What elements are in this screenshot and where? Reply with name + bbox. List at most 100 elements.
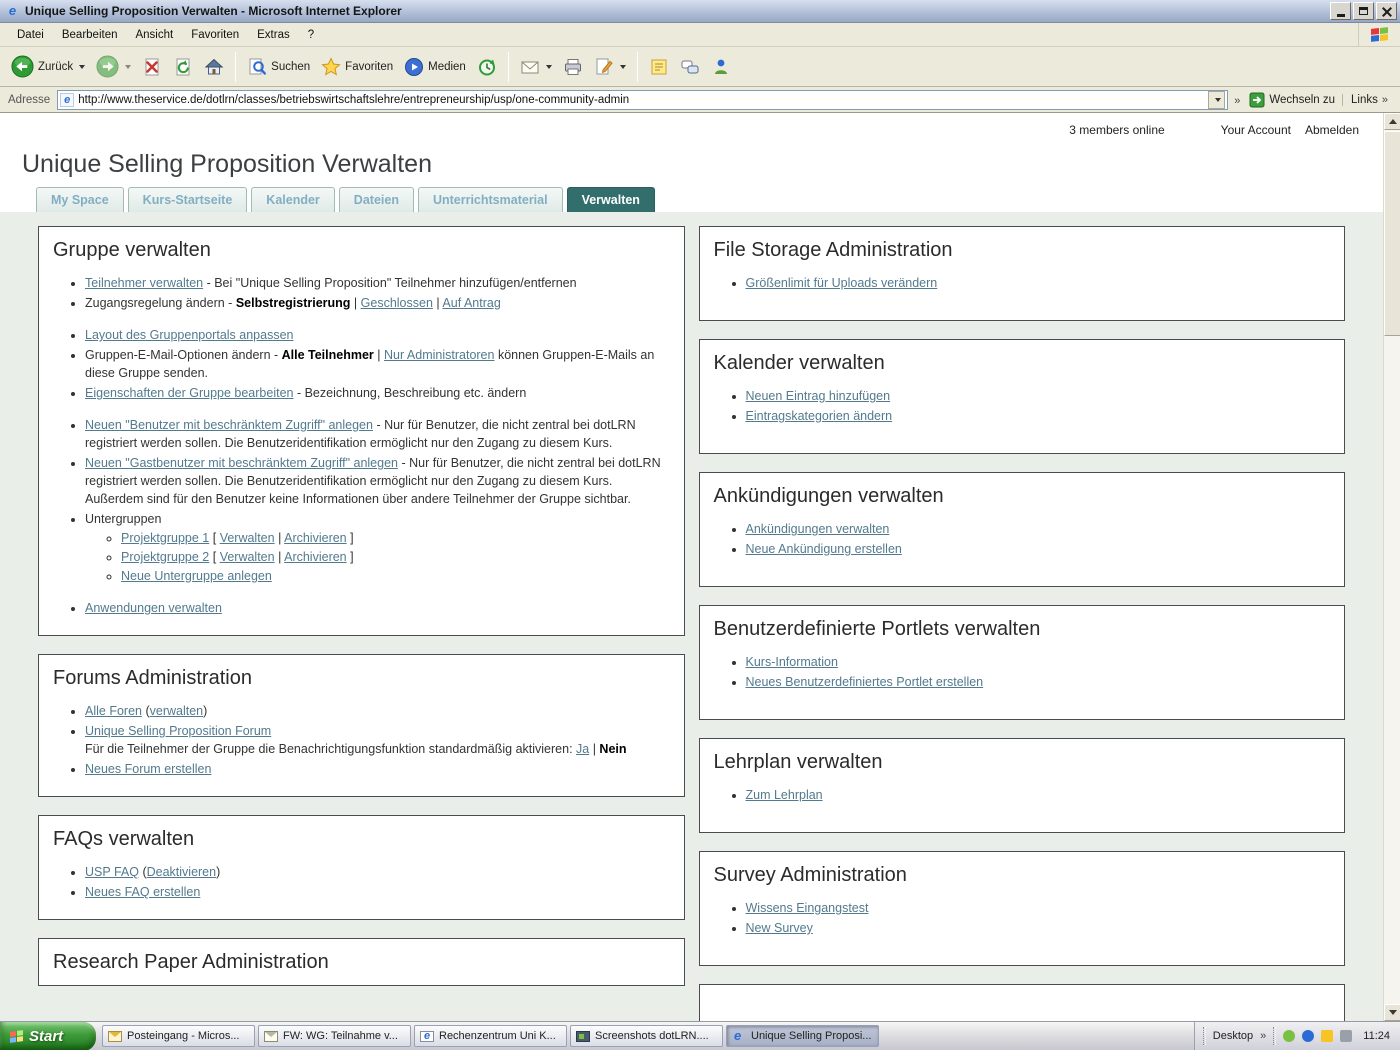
admin-link[interactable]: Kurs-Information: [746, 655, 838, 669]
scroll-up-button[interactable]: [1384, 113, 1400, 130]
go-button[interactable]: Wechseln zu: [1242, 92, 1342, 108]
your-account-link[interactable]: Your Account: [1221, 123, 1291, 137]
tab-kalender[interactable]: Kalender: [251, 187, 335, 212]
chat-icon: [680, 57, 700, 77]
admin-link[interactable]: Ja: [576, 742, 589, 756]
admin-link[interactable]: Unique Selling Proposition Forum: [85, 724, 271, 738]
notes-button[interactable]: [644, 54, 674, 80]
admin-link[interactable]: Neue Untergruppe anlegen: [121, 569, 272, 583]
overflow-chevron-icon[interactable]: [1234, 91, 1240, 109]
admin-link[interactable]: Verwalten: [220, 531, 275, 545]
admin-link[interactable]: Neues Benutzerdefiniertes Portlet erstel…: [746, 675, 984, 689]
edit-button[interactable]: [589, 54, 631, 80]
vertical-scrollbar[interactable]: [1383, 113, 1400, 1021]
chat-button[interactable]: [675, 54, 705, 80]
desktop-toolbar-label[interactable]: Desktop: [1213, 1030, 1253, 1042]
home-button[interactable]: [199, 54, 229, 80]
section-list: USP FAQ (Deaktivieren)Neues FAQ erstelle…: [39, 863, 684, 901]
section-list: Alle Foren (verwalten)Unique Selling Pro…: [39, 702, 684, 778]
forward-button[interactable]: [91, 52, 136, 81]
tray-icon[interactable]: [1283, 1030, 1295, 1042]
admin-link[interactable]: Projektgruppe 2: [121, 550, 209, 564]
admin-section: Kalender verwaltenNeuen Eintrag hinzufüg…: [699, 339, 1346, 454]
admin-link[interactable]: Verwalten: [220, 550, 275, 564]
scroll-down-icon: [1389, 1010, 1397, 1015]
stop-button[interactable]: [137, 54, 167, 80]
admin-link[interactable]: Zum Lehrplan: [746, 788, 823, 802]
history-button[interactable]: [472, 54, 502, 80]
menu-extras[interactable]: Extras: [248, 25, 299, 45]
admin-link[interactable]: Layout des Gruppenportals anpassen: [85, 328, 293, 342]
taskbar-button[interactable]: Rechenzentrum Uni K...: [414, 1025, 567, 1047]
admin-link[interactable]: Geschlossen: [361, 296, 433, 310]
taskbar-button[interactable]: FW: WG: Teilnahme v...: [258, 1025, 411, 1047]
tray-icon[interactable]: [1340, 1030, 1352, 1042]
admin-link[interactable]: Eintragskategorien ändern: [746, 409, 893, 423]
bold-text: Nein: [599, 742, 626, 756]
print-button[interactable]: [558, 54, 588, 80]
tab-unterrichtsmaterial[interactable]: Unterrichtsmaterial: [418, 187, 563, 212]
admin-link[interactable]: Größenlimit für Uploads verändern: [746, 276, 938, 290]
admin-link[interactable]: Wissens Eingangstest: [746, 901, 869, 915]
page-title: Unique Selling Proposition Verwalten: [22, 150, 1383, 179]
messenger-button[interactable]: [706, 54, 736, 80]
admin-link[interactable]: Neues FAQ erstellen: [85, 885, 200, 899]
menu-favoriten[interactable]: Favoriten: [182, 25, 248, 45]
menu-hilfe[interactable]: ?: [299, 25, 323, 45]
menu-ansicht[interactable]: Ansicht: [126, 25, 182, 45]
admin-link[interactable]: Teilnehmer verwalten: [85, 276, 203, 290]
tray-icon[interactable]: [1321, 1030, 1333, 1042]
menu-bearbeiten[interactable]: Bearbeiten: [53, 25, 127, 45]
minimize-button[interactable]: [1330, 2, 1351, 20]
desktop-chevron-icon[interactable]: [1260, 1030, 1266, 1042]
section-title: File Storage Administration: [700, 227, 1345, 268]
restore-button[interactable]: [1353, 2, 1374, 20]
start-button[interactable]: Start: [0, 1022, 96, 1050]
admin-link[interactable]: New Survey: [746, 921, 813, 935]
taskbar-button[interactable]: Screenshots dotLRN....: [570, 1025, 723, 1047]
taskbar-button[interactable]: Unique Selling Proposi...: [726, 1025, 879, 1047]
admin-link[interactable]: Neuen Eintrag hinzufügen: [746, 389, 891, 403]
menu-datei[interactable]: Datei: [8, 25, 53, 45]
close-button[interactable]: [1376, 2, 1397, 20]
address-dropdown-button[interactable]: [1208, 91, 1225, 109]
tab-verwalten[interactable]: Verwalten: [567, 187, 655, 212]
search-button[interactable]: Suchen: [242, 54, 315, 80]
scroll-down-button[interactable]: [1384, 1004, 1400, 1021]
admin-link[interactable]: Archivieren: [284, 531, 347, 545]
admin-link[interactable]: Neue Ankündigung erstellen: [746, 542, 902, 556]
admin-link[interactable]: Ankündigungen verwalten: [746, 522, 890, 536]
back-label: Zurück: [38, 61, 73, 73]
admin-link[interactable]: Neuen "Benutzer mit beschränktem Zugriff…: [85, 418, 373, 432]
admin-link[interactable]: Deaktivieren: [147, 865, 216, 879]
admin-link[interactable]: USP FAQ: [85, 865, 139, 879]
address-input[interactable]: e http://www.theservice.de/dotlrn/classe…: [57, 90, 1228, 110]
taskbar-button[interactable]: Posteingang - Micros...: [102, 1025, 255, 1047]
admin-link[interactable]: Archivieren: [284, 550, 347, 564]
refresh-button[interactable]: [168, 54, 198, 80]
tab-my-space[interactable]: My Space: [36, 187, 124, 212]
admin-link[interactable]: Neues Forum erstellen: [85, 762, 211, 776]
favorites-button[interactable]: Favoriten: [316, 54, 398, 80]
links-toolbar[interactable]: Links: [1342, 94, 1394, 106]
media-button[interactable]: Medien: [399, 54, 471, 80]
admin-link[interactable]: Alle Foren: [85, 704, 142, 718]
mail-button[interactable]: [515, 54, 557, 80]
list-item: Wissens Eingangstest: [746, 899, 1331, 917]
text-segment: ): [203, 704, 207, 718]
page-content: Gruppe verwaltenTeilnehmer verwalten - B…: [0, 212, 1383, 1021]
tab-dateien[interactable]: Dateien: [339, 187, 414, 212]
admin-link[interactable]: Neuen "Gastbenutzer mit beschränktem Zug…: [85, 456, 398, 470]
scrollbar-thumb[interactable]: [1384, 131, 1400, 336]
back-button[interactable]: Zurück: [6, 52, 90, 81]
admin-link[interactable]: Anwendungen verwalten: [85, 601, 222, 615]
admin-link[interactable]: Eigenschaften der Gruppe bearbeiten: [85, 386, 293, 400]
admin-link[interactable]: Auf Antrag: [442, 296, 500, 310]
admin-link[interactable]: Nur Administratoren: [384, 348, 494, 362]
tab-kurs-startseite[interactable]: Kurs-Startseite: [128, 187, 248, 212]
tray-icon[interactable]: [1302, 1030, 1314, 1042]
sub-list-item: Projektgruppe 1 [ Verwalten | Archiviere…: [121, 529, 670, 547]
admin-link[interactable]: verwalten: [150, 704, 204, 718]
admin-link[interactable]: Projektgruppe 1: [121, 531, 209, 545]
logout-link[interactable]: Abmelden: [1305, 123, 1359, 137]
